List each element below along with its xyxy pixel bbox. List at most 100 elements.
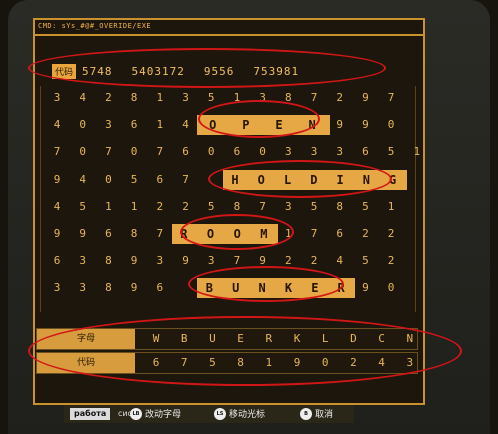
grid-digit[interactable]: 3 (46, 278, 68, 298)
grid-digit[interactable]: 6 (175, 142, 197, 162)
grid-digit[interactable]: 0 (72, 115, 94, 135)
grid-digit[interactable]: 9 (46, 170, 68, 190)
grid-digit[interactable]: 4 (72, 170, 94, 190)
grid-digit[interactable]: 3 (72, 251, 94, 271)
grid-digit[interactable]: 8 (97, 278, 119, 298)
grid-digit[interactable]: 7 (149, 224, 171, 244)
key-code[interactable]: 2 (342, 353, 364, 373)
grid-digit[interactable]: 0 (252, 142, 274, 162)
grid-digit[interactable]: 1 (406, 142, 428, 162)
grid-digit[interactable]: 4 (46, 115, 68, 135)
grid-digit[interactable]: 9 (329, 115, 351, 135)
grid-digit[interactable]: 3 (277, 142, 299, 162)
key-code[interactable]: 0 (314, 353, 336, 373)
key-letter[interactable]: C (371, 329, 393, 349)
grid-digit[interactable]: 3 (252, 88, 274, 108)
grid-digit[interactable]: 7 (46, 142, 68, 162)
grid-digit[interactable]: 1 (149, 88, 171, 108)
grid-digit[interactable]: 5 (72, 197, 94, 217)
key-letter[interactable]: E (230, 329, 252, 349)
grid-digit[interactable]: 6 (149, 278, 171, 298)
grid-digit[interactable]: 3 (329, 142, 351, 162)
grid-digit[interactable]: 1 (149, 115, 171, 135)
grid-digit[interactable]: 5 (380, 142, 402, 162)
grid-digit[interactable]: 5 (123, 170, 145, 190)
grid-digit[interactable]: 7 (380, 88, 402, 108)
grid-digit[interactable]: 3 (97, 115, 119, 135)
grid-digit[interactable]: 4 (329, 251, 351, 271)
grid-digit[interactable]: 6 (97, 224, 119, 244)
grid-digit[interactable]: 2 (97, 88, 119, 108)
grid-digit[interactable]: 7 (252, 197, 274, 217)
grid-digit[interactable]: 4 (46, 197, 68, 217)
grid-digit[interactable]: 3 (200, 251, 222, 271)
key-code[interactable]: 6 (145, 353, 167, 373)
grid-digit[interactable]: 0 (72, 142, 94, 162)
grid-digit[interactable]: 0 (200, 142, 222, 162)
grid-digit[interactable]: 9 (123, 278, 145, 298)
key-code[interactable]: 4 (371, 353, 393, 373)
grid-digit[interactable]: 7 (149, 142, 171, 162)
grid-digit[interactable]: 9 (354, 278, 376, 298)
grid-digit[interactable]: 1 (277, 224, 299, 244)
key-letter[interactable]: D (342, 329, 364, 349)
key-code[interactable]: 5 (201, 353, 223, 373)
grid-digit[interactable]: 7 (303, 224, 325, 244)
grid-digit[interactable]: 5 (354, 197, 376, 217)
key-code[interactable]: 1 (258, 353, 280, 373)
grid-digit[interactable]: 9 (354, 88, 376, 108)
grid-digit[interactable]: 5 (200, 197, 222, 217)
key-code[interactable]: 9 (286, 353, 308, 373)
grid-digit[interactable]: 1 (226, 88, 248, 108)
grid-digit[interactable]: 8 (123, 224, 145, 244)
grid-digit[interactable]: 6 (123, 115, 145, 135)
grid-digit[interactable]: 3 (46, 88, 68, 108)
key-letter[interactable]: R (258, 329, 280, 349)
work-tab[interactable]: работа (70, 408, 111, 420)
key-code[interactable]: 8 (230, 353, 252, 373)
key-code[interactable]: 3 (399, 353, 421, 373)
key-letter[interactable]: K (286, 329, 308, 349)
grid-digit[interactable]: 1 (97, 197, 119, 217)
grid-digit[interactable]: 0 (97, 170, 119, 190)
grid-digit[interactable]: 7 (175, 170, 197, 190)
grid-digit[interactable]: 3 (175, 88, 197, 108)
grid-digit[interactable]: 2 (354, 224, 376, 244)
key-code[interactable]: 7 (173, 353, 195, 373)
key-letter[interactable]: B (173, 329, 195, 349)
grid-digit[interactable]: 9 (252, 251, 274, 271)
grid-digit[interactable]: 2 (149, 197, 171, 217)
grid-digit[interactable]: 2 (277, 251, 299, 271)
grid-digit[interactable]: 8 (329, 197, 351, 217)
key-letter[interactable]: N (399, 329, 421, 349)
grid-digit[interactable]: 9 (46, 224, 68, 244)
grid-digit[interactable]: 7 (226, 251, 248, 271)
grid-digit[interactable]: 6 (329, 224, 351, 244)
grid-digit[interactable]: 1 (380, 197, 402, 217)
grid-digit[interactable]: 3 (149, 251, 171, 271)
grid-digit[interactable]: 3 (303, 142, 325, 162)
grid-digit[interactable]: 2 (380, 224, 402, 244)
grid-digit[interactable]: 1 (123, 197, 145, 217)
grid-digit[interactable]: 8 (97, 251, 119, 271)
grid-digit[interactable]: 7 (303, 88, 325, 108)
grid-digit[interactable]: 7 (97, 142, 119, 162)
grid-digit[interactable]: 0 (380, 278, 402, 298)
grid-digit[interactable]: 8 (123, 88, 145, 108)
grid-digit[interactable]: 5 (200, 88, 222, 108)
decoded-word[interactable]: BUNKER (197, 278, 356, 299)
grid-digit[interactable]: 8 (226, 197, 248, 217)
grid-digit[interactable]: 9 (175, 251, 197, 271)
key-letter[interactable]: L (314, 329, 336, 349)
key-letter[interactable]: U (201, 329, 223, 349)
grid-digit[interactable]: 4 (72, 88, 94, 108)
grid-digit[interactable]: 2 (175, 197, 197, 217)
grid-digit[interactable]: 6 (149, 170, 171, 190)
grid-digit[interactable]: 4 (175, 115, 197, 135)
cancel-hint[interactable]: B 取消 (300, 407, 333, 420)
grid-digit[interactable]: 8 (277, 88, 299, 108)
grid-digit[interactable]: 6 (46, 251, 68, 271)
grid-digit[interactable]: 6 (226, 142, 248, 162)
decoded-word[interactable]: HOLDING (222, 169, 407, 190)
decoded-word[interactable]: OPEN (197, 115, 330, 136)
